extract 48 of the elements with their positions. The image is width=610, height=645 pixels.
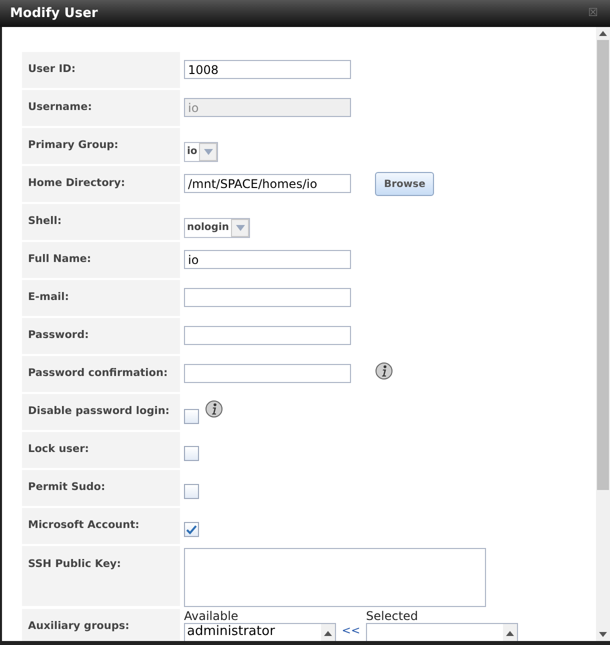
field-label: Permit Sudo: [22,470,180,506]
scroll-down-icon[interactable] [599,632,607,637]
field-label: Disable password login: [22,394,180,430]
field-label: User ID: [22,52,180,88]
checkmark-icon [186,524,197,534]
field-label: Shell: [22,204,180,240]
field-label: Microsoft Account: [22,508,180,544]
info-icon[interactable] [205,400,223,418]
scrollbar-thumb[interactable] [597,40,609,490]
field-label: Full Name: [22,242,180,278]
field-label: Password: [22,318,180,354]
window-title: Modify User [10,4,98,23]
info-icon[interactable] [375,362,393,380]
available-label: Available [184,609,240,623]
move-left-button[interactable]: << [340,623,362,640]
available-list[interactable]: administrator [184,623,336,641]
field-label: E-mail: [22,280,180,316]
selected-label: Selected [366,609,420,623]
text-field[interactable]: /mnt/SPACE/homes/io [184,174,351,193]
dropdown[interactable]: io [184,142,218,162]
scroll-up-icon[interactable] [599,31,607,36]
field-label: Primary Group: [22,128,180,164]
dropdown-value: nologin [186,221,230,235]
field-label: SSH Public Key: [22,546,180,606]
browse-button[interactable]: Browse [375,172,434,196]
scroll-up-icon[interactable] [506,630,514,636]
field-label: Lock user: [22,432,180,468]
checkbox[interactable] [184,484,199,499]
text-field[interactable] [184,288,351,307]
text-field[interactable] [184,364,351,383]
checkbox[interactable] [184,522,199,537]
scrollbar[interactable] [596,27,610,641]
dropdown[interactable]: nologin [184,218,250,238]
dropdown-arrow-icon [204,148,213,154]
field-label: Username: [22,90,180,126]
field-label: Auxiliary groups: [22,609,180,641]
list-item[interactable]: administrator [185,624,277,640]
ssh-key-field[interactable] [184,548,486,607]
checkbox[interactable] [184,446,199,461]
scroll-up-icon[interactable] [324,630,332,636]
dropdown-value: io [186,145,198,159]
text-field[interactable]: io [184,250,351,269]
text-field[interactable] [184,326,351,345]
checkbox[interactable] [184,409,199,424]
dropdown-arrow-icon [236,224,244,230]
text-field[interactable]: 1008 [184,60,351,79]
field-label: Home Directory: [22,166,180,202]
field-label: Password confirmation: [22,356,180,392]
